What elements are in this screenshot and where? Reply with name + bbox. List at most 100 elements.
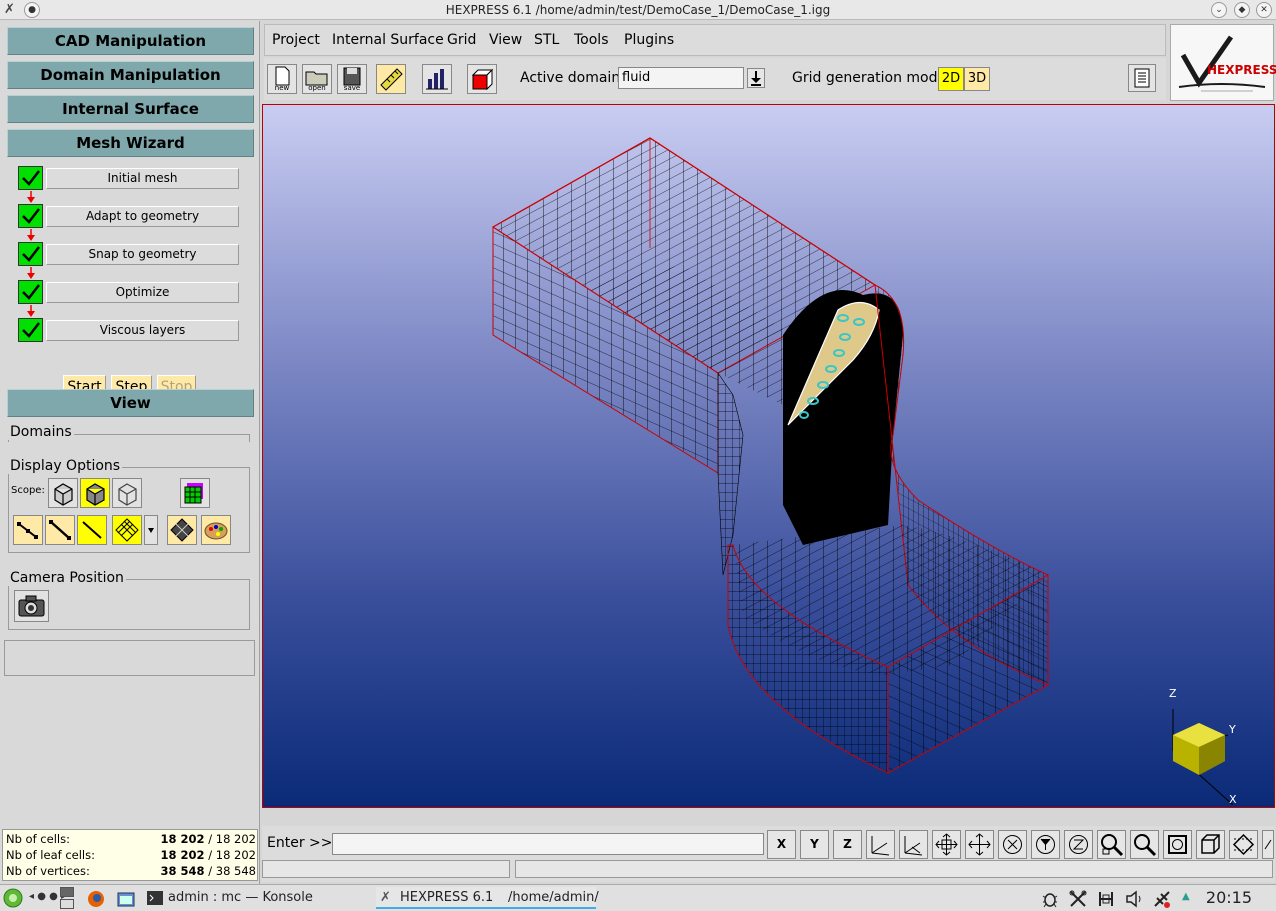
- display-options-title: Display Options: [8, 458, 123, 474]
- view-z-button[interactable]: Z: [833, 830, 862, 859]
- menu-tools[interactable]: Tools: [574, 32, 609, 48]
- scope-label: Scope:: [11, 485, 45, 496]
- check-icon[interactable]: [18, 204, 43, 228]
- pan-icon[interactable]: [965, 830, 994, 859]
- taskbar-hexpress-item[interactable]: ✗ HEXPRESS 6.1 /home/admin/: [376, 887, 599, 909]
- active-domain-label: Active domain:: [520, 70, 625, 86]
- node-numbering-icon[interactable]: [13, 515, 43, 545]
- step-initial-mesh: Initial mesh: [18, 166, 240, 190]
- scope-all-cube-icon[interactable]: [112, 478, 142, 508]
- menu-project[interactable]: Project: [272, 32, 320, 48]
- network-icon[interactable]: [1152, 889, 1174, 909]
- fit-view-icon[interactable]: [932, 830, 961, 859]
- rotate-z-icon[interactable]: [1064, 830, 1093, 859]
- measure-button[interactable]: [376, 64, 406, 94]
- save-button[interactable]: save: [337, 64, 367, 94]
- step-viscous-layers: Viscous layers: [18, 318, 240, 342]
- initial-mesh-button[interactable]: Initial mesh: [46, 168, 239, 189]
- menu-stl[interactable]: STL: [534, 32, 559, 48]
- domains-title: Domains: [8, 424, 74, 440]
- step-optimize: Optimize: [18, 280, 240, 304]
- taskbar-hexpress-path: /home/admin/: [508, 890, 599, 905]
- menu-internal-surface[interactable]: Internal Surface: [332, 32, 444, 48]
- taskbar-hexpress-title: HEXPRESS 6.1: [400, 890, 494, 905]
- mesh-wizard-button[interactable]: Mesh Wizard: [7, 129, 254, 157]
- status-field-left: [262, 860, 510, 878]
- notes-button[interactable]: [1128, 64, 1156, 92]
- arrow-down-icon: [27, 267, 35, 279]
- edge-line-icon[interactable]: [77, 515, 107, 545]
- bug-icon[interactable]: [1040, 889, 1060, 909]
- more-views-icon[interactable]: [1262, 830, 1274, 859]
- view-y-button[interactable]: Y: [800, 830, 829, 859]
- stats-row-leaf-cells: Nb of leaf cells: 18 202 / 18 202: [6, 848, 256, 862]
- mesh-dropdown-icon[interactable]: [144, 515, 158, 545]
- tools-icon[interactable]: [1068, 889, 1088, 909]
- optimize-button[interactable]: Optimize: [46, 282, 239, 303]
- zoom-icon[interactable]: [1130, 830, 1159, 859]
- boundary-conditions-button[interactable]: [467, 64, 497, 94]
- command-input[interactable]: [332, 833, 764, 855]
- open-button[interactable]: open: [302, 64, 332, 94]
- check-icon[interactable]: [18, 318, 43, 342]
- clipboard-icon[interactable]: [1096, 889, 1116, 909]
- cad-manipulation-button[interactable]: CAD Manipulation: [7, 27, 254, 55]
- volume-icon[interactable]: [1124, 889, 1144, 909]
- minimize-icon[interactable]: ⌄: [1211, 2, 1227, 18]
- internal-surface-button[interactable]: Internal Surface: [7, 95, 254, 123]
- tray-expand-icon[interactable]: ▲: [1182, 891, 1190, 902]
- axis-x-label: X: [1229, 793, 1237, 806]
- domain-manipulation-button[interactable]: Domain Manipulation: [7, 61, 254, 89]
- menu-plugins[interactable]: Plugins: [624, 32, 674, 48]
- axis-cube-icon: [1172, 709, 1234, 806]
- taskbar-konsole[interactable]: admin : mc — Konsole: [168, 890, 313, 905]
- firefox-icon[interactable]: [86, 889, 106, 909]
- iso-view-icon[interactable]: [866, 830, 895, 859]
- surface-render-icon[interactable]: [167, 515, 197, 545]
- menu-view[interactable]: View: [489, 32, 522, 48]
- window-title: HEXPRESS 6.1 /home/admin/test/DemoCase_1…: [445, 3, 831, 17]
- iso-view-alt-icon[interactable]: [899, 830, 928, 859]
- box-view-icon[interactable]: [1196, 830, 1225, 859]
- bc-cube-icon: [471, 68, 494, 91]
- active-domain-dropdown[interactable]: [747, 68, 765, 88]
- edge-nodes-icon[interactable]: [45, 515, 75, 545]
- desktop-icon[interactable]: [60, 899, 74, 909]
- view-section-button[interactable]: View: [7, 389, 254, 417]
- maximize-icon[interactable]: ◆: [1234, 2, 1250, 18]
- mode-3d-button[interactable]: 3D: [964, 67, 990, 91]
- scope-cube-icon[interactable]: [48, 478, 78, 508]
- snap-to-geometry-button[interactable]: Snap to geometry: [46, 244, 239, 265]
- check-icon[interactable]: [18, 166, 43, 190]
- mode-2d-button[interactable]: 2D: [938, 67, 964, 91]
- mesh-render: [492, 137, 1049, 774]
- viscous-layers-button[interactable]: Viscous layers: [46, 320, 239, 341]
- mesh-grid-icon[interactable]: [112, 515, 142, 545]
- statistics-button[interactable]: [422, 64, 452, 94]
- close-icon[interactable]: ✕: [1256, 2, 1272, 18]
- window-switcher-icon[interactable]: [60, 887, 74, 897]
- camera-icon[interactable]: [14, 590, 49, 622]
- check-icon[interactable]: [18, 280, 43, 304]
- 3d-viewport[interactable]: Z Y X: [262, 104, 1275, 808]
- scope-selected-cube-icon[interactable]: [80, 478, 110, 508]
- frame-view-icon[interactable]: [1163, 830, 1192, 859]
- adapt-to-geometry-button[interactable]: Adapt to geometry: [46, 206, 239, 227]
- start-menu-icon[interactable]: [3, 888, 23, 908]
- check-icon[interactable]: [18, 242, 43, 266]
- empty-panel: [4, 640, 255, 676]
- logo-text: HEXPRESS: [1207, 63, 1276, 77]
- rotate-x-icon[interactable]: [998, 830, 1027, 859]
- new-button[interactable]: new: [267, 64, 297, 94]
- view-x-button[interactable]: X: [767, 830, 796, 859]
- stats-row-cells: Nb of cells: 18 202 / 18 202: [6, 832, 256, 846]
- color-palette-icon[interactable]: [201, 515, 231, 545]
- active-domain-field[interactable]: fluid: [618, 67, 744, 89]
- command-area: Enter >> X Y Z: [262, 826, 1275, 882]
- menu-grid[interactable]: Grid: [447, 32, 476, 48]
- zoom-region-icon[interactable]: [1097, 830, 1126, 859]
- rotate-y-icon[interactable]: [1031, 830, 1060, 859]
- color-grid-icon[interactable]: [180, 478, 210, 508]
- perspective-icon[interactable]: [1229, 830, 1258, 859]
- file-manager-icon[interactable]: [116, 889, 136, 909]
